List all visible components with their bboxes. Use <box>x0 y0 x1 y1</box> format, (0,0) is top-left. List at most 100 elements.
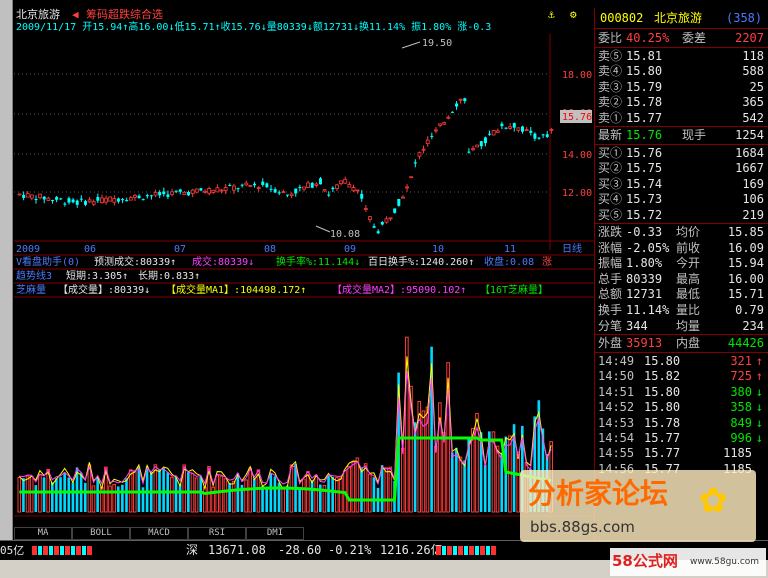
candle-body <box>133 194 137 198</box>
stat-row: 分笔 344 均量 234 <box>598 319 766 334</box>
tab-ma[interactable]: MA <box>14 527 72 540</box>
buy-level[interactable]: 买③ 15.74 169 <box>598 177 766 192</box>
tab-dmi[interactable]: DMI <box>246 527 304 540</box>
gear-icon[interactable]: ⚙ <box>570 8 577 21</box>
candle-body <box>219 189 224 192</box>
candle-body <box>463 98 467 102</box>
sell-level[interactable]: 卖③ 15.79 25 <box>598 80 766 95</box>
candle-body <box>347 184 352 188</box>
candle-body <box>174 190 178 192</box>
stat-value: -0.33 <box>626 225 663 239</box>
buy-level[interactable]: 买① 15.76 1684 <box>598 146 766 161</box>
sell-level[interactable]: 卖① 15.77 542 <box>598 111 766 126</box>
candle-body <box>483 137 487 144</box>
sell-level-label: 卖④ <box>598 64 623 79</box>
buy-level[interactable]: 买④ 15.73 106 <box>598 192 766 207</box>
tick-time: 14:49 <box>598 354 635 368</box>
sell-level[interactable]: 卖⑤ 15.81 118 <box>598 49 766 64</box>
buy-level[interactable]: 买② 15.75 1667 <box>598 161 766 176</box>
volume-title[interactable]: 芝麻量 <box>16 284 46 297</box>
v-assistant-title[interactable]: V看盘助手(0) <box>16 256 80 269</box>
candle-body <box>458 98 463 101</box>
candle-body <box>446 116 451 119</box>
volume-bar <box>178 483 182 512</box>
buy-level-label: 买① <box>598 146 623 160</box>
volume-bar <box>112 484 116 513</box>
candle-body <box>121 199 125 201</box>
stat-label: 换手 <box>598 303 623 317</box>
stat-value: 11.14% <box>626 303 670 317</box>
candle-body <box>277 192 281 194</box>
buy-level-volume: 219 <box>742 207 764 222</box>
forecast-volume: 预测成交:80339↑ <box>94 257 177 268</box>
candle-body <box>310 182 314 188</box>
candle-body <box>351 187 356 192</box>
candle-body <box>228 184 232 186</box>
sell-level-price: 15.78 <box>626 95 663 110</box>
left-scroll-bar[interactable] <box>0 0 13 578</box>
formula-name[interactable]: 筹码超跌综合选 <box>86 8 163 21</box>
candle-body <box>430 135 434 137</box>
stat-value: 80339 <box>626 271 663 286</box>
month-label: 08 <box>264 244 276 255</box>
stat-value: 344 <box>626 318 648 333</box>
buy-level-volume: 106 <box>742 192 764 207</box>
candle-body <box>281 191 286 194</box>
sell-level[interactable]: 卖② 15.78 365 <box>598 95 766 110</box>
inner-value: 44426 <box>727 336 764 350</box>
sz-index-amount: 1216.26亿 <box>380 543 443 557</box>
stat-label: 总手 <box>598 271 623 286</box>
candle-body <box>223 187 228 191</box>
volume-bar <box>360 467 363 512</box>
candle-body <box>203 190 207 193</box>
candle-body <box>29 194 34 199</box>
volume-bar <box>433 445 438 513</box>
candle-body <box>87 199 92 203</box>
trend-title[interactable]: 趋势线3 <box>16 270 52 283</box>
sz-index-pct: -0.21% <box>328 543 372 557</box>
low-pointer <box>315 225 331 233</box>
prev-index-amount: 05亿 <box>0 544 25 557</box>
tick-price: 15.80 <box>644 400 681 415</box>
month-label: 07 <box>174 244 186 255</box>
buy-level[interactable]: 买⑤ 15.72 219 <box>598 208 766 223</box>
volume-bar <box>347 465 351 513</box>
stat-row: 总手 80339 最高 16.00 <box>598 272 766 287</box>
stat-value: 12731 <box>626 287 663 302</box>
candle-body <box>182 191 187 195</box>
tab-macd[interactable]: MACD <box>130 527 188 540</box>
stat-row: 换手 11.14% 量比 0.79 <box>598 303 766 318</box>
tick-direction-icon: ↑ <box>755 369 763 384</box>
tick-direction-icon: ↓ <box>755 384 763 399</box>
tick-time: 14:54 <box>598 431 635 445</box>
buy-level-label: 买③ <box>598 176 623 191</box>
last-price-label: 15.76 <box>562 112 592 123</box>
candle-body <box>83 201 87 205</box>
indicator-tabs: MA BOLL MACD RSI DMI <box>14 527 554 540</box>
sz-index-value: 13671.08 <box>208 543 266 557</box>
candle-body <box>500 123 504 127</box>
candle-body <box>455 103 459 107</box>
sell-level[interactable]: 卖④ 15.80 588 <box>598 64 766 79</box>
volume-bar <box>298 487 301 512</box>
tick-volume: 1185 <box>723 446 752 461</box>
volume-bar <box>244 479 248 513</box>
sell-level-label: 卖⑤ <box>598 49 623 63</box>
mini-bars-left <box>32 546 92 555</box>
tab-rsi[interactable]: RSI <box>188 527 246 540</box>
tab-boll[interactable]: BOLL <box>72 527 130 540</box>
candle-body <box>327 194 331 196</box>
anchor-icon[interactable]: ⚓ <box>548 8 555 21</box>
tick-volume: 849 <box>730 415 752 430</box>
volume-bar <box>231 480 236 513</box>
high-pointer <box>401 41 421 49</box>
candle-body <box>397 199 401 206</box>
volume-bar <box>334 477 339 513</box>
candle-body <box>166 194 170 197</box>
volume-bar <box>372 477 376 512</box>
volume-bar <box>170 476 174 513</box>
axis-label-14: 14.00 <box>562 150 592 161</box>
sell-level-label: 卖① <box>598 110 623 125</box>
tick-price: 15.80 <box>644 354 681 368</box>
candle-body <box>488 133 492 135</box>
